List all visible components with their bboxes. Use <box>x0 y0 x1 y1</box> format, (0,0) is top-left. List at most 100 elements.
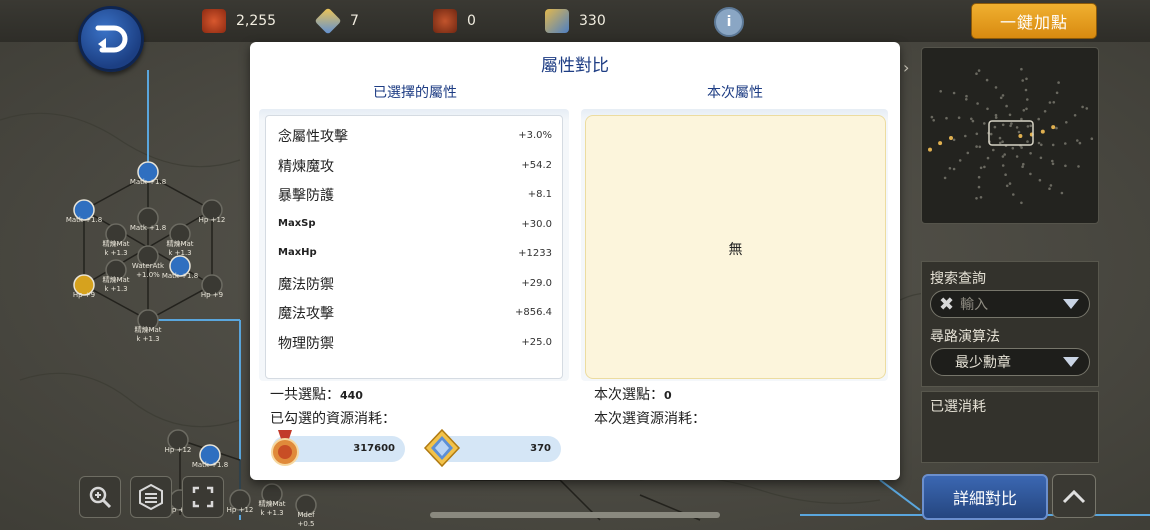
minimap-dot <box>1057 81 1060 84</box>
minimap-dot <box>948 167 952 170</box>
minimap-dot <box>1009 124 1012 128</box>
minimap-dot <box>1015 155 1019 158</box>
close-icon[interactable]: ✖ <box>939 294 954 315</box>
list-item: 精煉魔攻 +54.2 <box>266 150 562 179</box>
back-arrow-icon <box>95 25 128 53</box>
map-node-label: Matk +1.8 <box>130 178 166 186</box>
minimap-dot <box>993 125 997 129</box>
minimap-dot <box>1051 143 1055 147</box>
minimap-dot <box>985 78 989 82</box>
minimap-dot <box>1049 184 1053 187</box>
zoom-icon <box>89 486 112 509</box>
current-points: 本次選點：0 <box>594 384 672 404</box>
resource-value: 0 <box>467 13 476 29</box>
minimap-dot <box>1012 193 1015 196</box>
minimap-dot <box>958 159 962 162</box>
attribute-list[interactable]: 念屬性攻擊 +3.0% 精煉魔攻 +54.2 暴擊防護 +8.1 MaxSp +… <box>265 115 563 379</box>
chevron-down-icon <box>1063 299 1079 309</box>
minimap-dot <box>952 167 956 171</box>
minimap-dot <box>1038 178 1042 182</box>
minimap-dot <box>1021 79 1024 82</box>
search-input[interactable]: ✖ 輸入 <box>930 290 1090 318</box>
minimap-dot <box>978 145 982 149</box>
map-node-label: k +1.3 <box>104 249 127 257</box>
info-button[interactable]: i <box>714 7 744 37</box>
minimap-dot <box>977 175 981 179</box>
map-node-label: 精煉Mat <box>102 239 129 248</box>
minimap-dot <box>976 102 979 105</box>
minimap-dot <box>1081 105 1084 109</box>
back-button[interactable] <box>78 6 144 72</box>
minimap[interactable] <box>921 47 1099 224</box>
pathfinding-label: 尋路演算法 <box>930 329 1000 345</box>
minimap-dot <box>1051 125 1056 130</box>
horizontal-scrollbar[interactable] <box>430 512 720 518</box>
minimap-dot <box>1040 129 1045 134</box>
minimap-dot <box>977 185 981 189</box>
minimap-dot <box>952 138 956 142</box>
medal-icon <box>202 9 226 33</box>
minimap-dot <box>986 107 989 111</box>
one-key-add-points-button[interactable]: 一鍵加點 <box>971 3 1097 39</box>
detail-compare-button[interactable]: 詳細對比 <box>922 474 1048 520</box>
minimap-dot <box>930 115 934 119</box>
minimap-dot <box>1017 130 1021 134</box>
menu-icon <box>139 483 163 511</box>
list-item: 魔法防禦 +29.0 <box>266 268 562 297</box>
map-node-label: 精煉Mat <box>258 499 285 508</box>
minimap-dot <box>979 166 983 170</box>
resource-value: 7 <box>350 13 359 29</box>
expand-chevron-icon[interactable]: › <box>903 58 909 77</box>
current-attributes-box: 無 <box>585 115 886 379</box>
minimap-dot <box>1022 162 1025 166</box>
minimap-dot <box>1037 141 1041 145</box>
crystal-cost-value: 370 <box>530 443 551 454</box>
map-node-label: Matk +1.8 <box>66 216 102 224</box>
crosshair-icon <box>192 486 214 508</box>
zoom-button[interactable] <box>79 476 121 518</box>
map-node-label: WaterAtk <box>132 262 165 270</box>
minimap-dot <box>945 116 948 120</box>
minimap-canvas <box>928 67 1094 205</box>
scroll-up-button[interactable] <box>1052 474 1096 518</box>
minimap-dot <box>1004 173 1007 176</box>
empty-text: 無 <box>728 242 743 258</box>
current-attributes-header: 本次屬性 <box>707 85 763 101</box>
resource-value: 2,255 <box>236 13 277 29</box>
minimap-dot <box>1021 165 1024 168</box>
pathfinding-value: 最少勳章 <box>955 355 1011 371</box>
minimap-dot <box>966 151 970 155</box>
menu-button[interactable] <box>130 476 172 518</box>
minimap-dot <box>1078 141 1082 145</box>
attribute-value: +25.0 <box>521 337 552 348</box>
medal-cost-value: 317600 <box>353 443 395 454</box>
minimap-dot <box>1003 153 1006 156</box>
attribute-name: 魔法攻擊 <box>278 306 334 322</box>
minimap-dot <box>1037 117 1040 121</box>
minimap-dot <box>1025 107 1028 111</box>
attribute-value: +856.4 <box>514 307 552 318</box>
list-item: 魔法攻擊 +856.4 <box>266 297 562 326</box>
attribute-name: 魔法防禦 <box>278 277 334 293</box>
attribute-name: 物理防禦 <box>278 336 334 352</box>
minimap-dot <box>938 141 943 146</box>
minimap-dot <box>965 94 968 98</box>
map-node-label: k +1.3 <box>260 509 283 517</box>
minimap-dot <box>986 156 990 160</box>
pathfinding-select[interactable]: 最少勳章 <box>930 348 1090 376</box>
minimap-dot <box>975 72 978 75</box>
minimap-dot <box>989 132 993 136</box>
minimap-dot <box>994 86 998 89</box>
minimap-dot <box>1029 172 1032 176</box>
map-node-label: Matk +1.8 <box>130 224 166 232</box>
map-node-label: +0.5 <box>298 520 315 528</box>
map-node-label: Hp +9 <box>73 291 95 299</box>
minimap-dot <box>1020 201 1023 205</box>
current-cost-label: 本次選資源消耗： <box>594 411 706 427</box>
list-item: 念屬性攻擊 +3.0% <box>266 120 562 149</box>
minimap-dot <box>1011 146 1015 150</box>
locate-button[interactable] <box>182 476 224 518</box>
minimap-dot <box>971 119 975 123</box>
map-node-label: Hp +12 <box>227 506 254 514</box>
minimap-dot <box>1029 152 1032 155</box>
